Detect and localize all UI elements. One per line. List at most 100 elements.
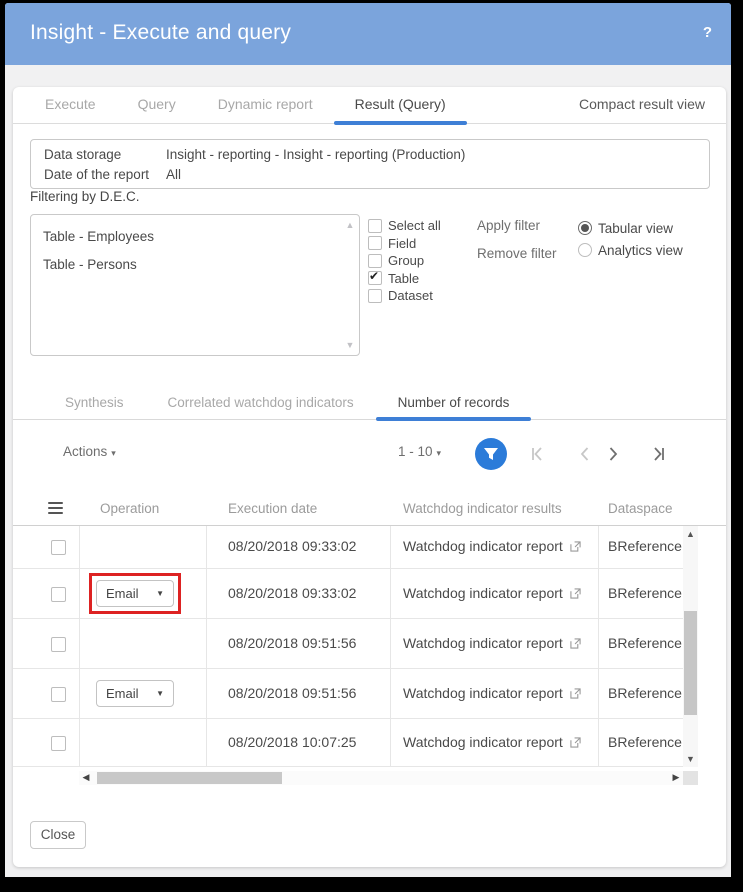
tab-query[interactable]: Query (117, 87, 197, 124)
table-toolbar: Actions▾ 1 - 10▾ (13, 432, 726, 476)
watchdog-report-label: Watchdog indicator report (403, 734, 563, 750)
last-page-button[interactable] (650, 446, 666, 462)
scroll-down-icon[interactable]: ▼ (683, 754, 698, 764)
column-header-execution-date[interactable]: Execution date (228, 501, 317, 516)
scroll-down-icon[interactable]: ▼ (342, 340, 358, 350)
column-header-operation[interactable]: Operation (100, 501, 159, 516)
watchdog-report-label: Watchdog indicator report (403, 538, 563, 554)
execution-date-cell: 08/20/2018 09:33:02 (228, 538, 356, 554)
watchdog-report-link[interactable]: Watchdog indicator report (403, 538, 581, 554)
table-row[interactable]: 08/20/2018 09:33:02 Watchdog indicator r… (13, 526, 683, 569)
data-storage-label: Data storage (44, 145, 166, 165)
report-date-label: Date of the report (44, 165, 166, 185)
radio-analytics-view[interactable]: Analytics view (578, 239, 683, 261)
page-range-dropdown[interactable]: 1 - 10▾ (398, 444, 441, 459)
watchdog-report-label: Watchdog indicator report (403, 685, 563, 701)
checkbox-icon[interactable]: ✔ (368, 271, 382, 285)
data-storage-value: Insight - reporting - Insight - reportin… (166, 145, 465, 165)
previous-page-button[interactable] (577, 446, 593, 462)
table-vertical-scrollbar[interactable]: ▲ ▼ (683, 526, 698, 767)
dec-listbox[interactable]: Table - Employees Table - Persons ▲ ▼ (30, 214, 360, 356)
page-range-label: 1 - 10 (398, 444, 433, 459)
list-item[interactable]: Table - Employees (31, 223, 341, 251)
checkbox-label: Field (388, 236, 416, 251)
operation-value: Email (106, 686, 139, 701)
checkbox-table[interactable]: ✔ Table (368, 270, 441, 288)
checkbox-field[interactable]: ✔ Field (368, 235, 441, 253)
row-checkbox[interactable] (51, 540, 66, 555)
checkbox-group[interactable]: ✔ Group (368, 252, 441, 270)
checkbox-label: Group (388, 253, 424, 268)
table-row[interactable]: Email ▼ 08/20/2018 09:51:56 Watchdog ind… (13, 669, 683, 719)
checkbox-icon[interactable]: ✔ (368, 219, 382, 233)
remove-filter-button[interactable]: Remove filter (477, 246, 557, 261)
radio-tabular-view[interactable]: Tabular view (578, 217, 683, 239)
watchdog-report-link[interactable]: Watchdog indicator report (403, 635, 581, 651)
dialog-titlebar: Insight - Execute and query ? (5, 3, 731, 65)
watchdog-report-label: Watchdog indicator report (403, 635, 563, 651)
table-row[interactable]: 08/20/2018 09:51:56 Watchdog indicator r… (13, 619, 683, 669)
radio-label: Analytics view (598, 243, 683, 258)
dataspace-cell: BReference (608, 585, 682, 601)
row-checkbox[interactable] (51, 587, 66, 602)
checkbox-select-all[interactable]: ✔ Select all (368, 217, 441, 235)
tab-execute[interactable]: Execute (24, 87, 117, 124)
tab-dynamic-report[interactable]: Dynamic report (197, 87, 334, 124)
watchdog-report-link[interactable]: Watchdog indicator report (403, 685, 581, 701)
checkbox-icon[interactable]: ✔ (368, 254, 382, 268)
external-link-icon (570, 688, 581, 699)
listbox-scrollbar[interactable]: ▲ ▼ (342, 216, 358, 354)
next-page-button[interactable] (605, 446, 621, 462)
vertical-scrollbar-thumb[interactable] (684, 611, 697, 715)
filtering-title: Filtering by D.E.C. (30, 189, 140, 204)
row-checkbox[interactable] (51, 736, 66, 751)
operation-select[interactable]: Email ▼ (96, 580, 174, 607)
checkbox-dataset[interactable]: ✔ Dataset (368, 287, 441, 305)
column-header-dataspace[interactable]: Dataspace (608, 501, 673, 516)
tab-result-query[interactable]: Result (Query) (334, 87, 467, 124)
close-button[interactable]: Close (30, 821, 86, 849)
table-row[interactable]: 08/20/2018 10:07:25 Watchdog indicator r… (13, 719, 683, 767)
dataspace-cell: BReference (608, 635, 682, 651)
scroll-left-icon[interactable]: ◀ (79, 772, 93, 783)
table-menu-icon[interactable] (48, 502, 63, 515)
radio-label: Tabular view (598, 221, 673, 236)
scroll-up-icon[interactable]: ▲ (683, 529, 698, 539)
table-horizontal-scrollbar[interactable]: ◀ ▶ (79, 771, 683, 785)
operation-value: Email (106, 586, 139, 601)
operation-select[interactable]: Email ▼ (96, 680, 174, 707)
tab-number-of-records[interactable]: Number of records (376, 387, 532, 420)
radio-icon[interactable] (578, 243, 592, 257)
first-page-button[interactable] (530, 446, 546, 462)
scroll-right-icon[interactable]: ▶ (669, 772, 683, 783)
apply-filter-button[interactable]: Apply filter (477, 218, 557, 233)
horizontal-scrollbar-thumb[interactable] (97, 772, 282, 784)
watchdog-report-link[interactable]: Watchdog indicator report (403, 734, 581, 750)
checkbox-icon[interactable]: ✔ (368, 289, 382, 303)
list-item[interactable]: Table - Persons (31, 251, 341, 279)
checkbox-icon[interactable]: ✔ (368, 236, 382, 250)
report-date-value: All (166, 165, 181, 185)
chevron-right-icon (605, 446, 621, 462)
tab-correlated-watchdog-indicators[interactable]: Correlated watchdog indicators (146, 387, 376, 420)
column-header-watchdog-results[interactable]: Watchdog indicator results (403, 501, 562, 516)
table-row[interactable]: Email ▼ 08/20/2018 09:33:02 Watchdog ind… (13, 569, 683, 619)
actions-label: Actions (63, 444, 107, 459)
external-link-icon (570, 638, 581, 649)
compact-result-view-link[interactable]: Compact result view (579, 87, 705, 124)
scrollbar-corner (683, 771, 698, 785)
watchdog-report-link[interactable]: Watchdog indicator report (403, 585, 581, 601)
dialog-window: Insight - Execute and query ? Execute Qu… (5, 3, 731, 877)
row-checkbox[interactable] (51, 687, 66, 702)
help-icon[interactable]: ? (703, 24, 712, 41)
first-page-icon (530, 446, 546, 462)
row-checkbox[interactable] (51, 637, 66, 652)
scroll-up-icon[interactable]: ▲ (342, 220, 358, 230)
table-body: 08/20/2018 09:33:02 Watchdog indicator r… (13, 526, 683, 767)
radio-icon[interactable] (578, 221, 592, 235)
filter-actions: Apply filter Remove filter (477, 218, 557, 274)
tab-synthesis[interactable]: Synthesis (43, 387, 146, 420)
report-info-box: Data storage Insight - reporting - Insig… (30, 139, 710, 189)
actions-dropdown[interactable]: Actions▾ (63, 444, 116, 459)
filter-button[interactable] (475, 438, 507, 470)
